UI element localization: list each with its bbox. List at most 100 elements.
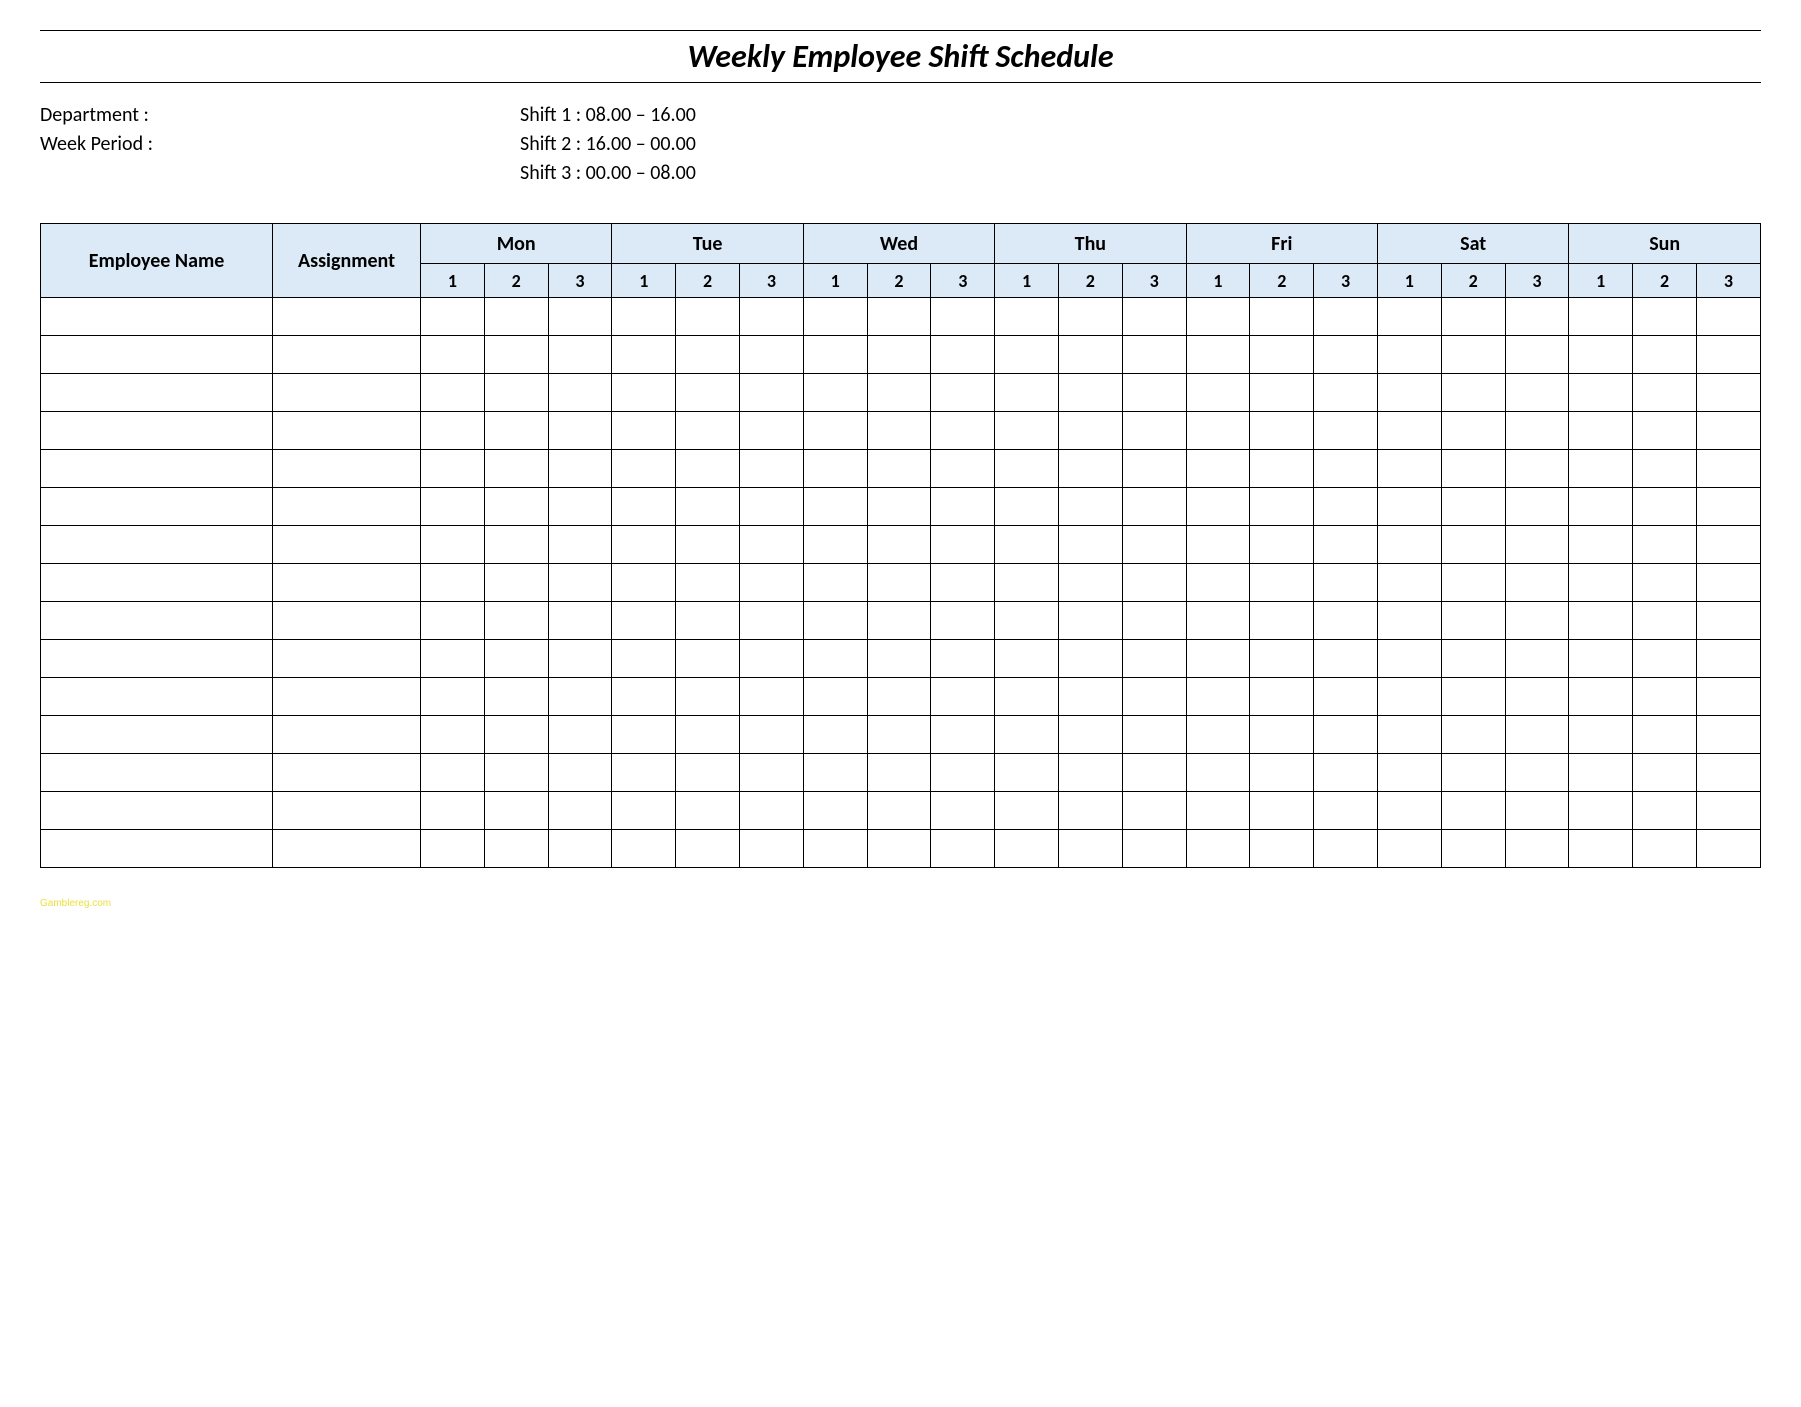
table-cell xyxy=(803,792,867,830)
table-cell xyxy=(1633,678,1697,716)
table-cell xyxy=(484,450,548,488)
table-cell xyxy=(1441,678,1505,716)
table-cell xyxy=(1633,298,1697,336)
table-cell xyxy=(421,754,485,792)
table-cell xyxy=(867,564,931,602)
table-cell xyxy=(1377,640,1441,678)
table-cell xyxy=(1441,298,1505,336)
table-cell xyxy=(995,298,1059,336)
table-cell xyxy=(931,792,995,830)
table-cell xyxy=(1186,678,1250,716)
table-cell xyxy=(421,564,485,602)
table-cell xyxy=(739,792,803,830)
table-cell xyxy=(41,526,273,564)
table-row xyxy=(41,678,1761,716)
table-cell xyxy=(676,488,740,526)
table-cell xyxy=(739,830,803,868)
table-cell xyxy=(548,602,612,640)
table-cell xyxy=(484,678,548,716)
table-cell xyxy=(1441,374,1505,412)
table-cell xyxy=(612,412,676,450)
table-cell xyxy=(484,754,548,792)
table-cell xyxy=(421,678,485,716)
table-row xyxy=(41,412,1761,450)
table-cell xyxy=(1122,678,1186,716)
table-cell xyxy=(1377,526,1441,564)
table-cell xyxy=(739,602,803,640)
header-row-days: Employee Name Assignment Mon Tue Wed Thu… xyxy=(41,224,1761,264)
table-cell xyxy=(803,564,867,602)
table-row xyxy=(41,526,1761,564)
table-cell xyxy=(1377,602,1441,640)
table-cell xyxy=(1505,298,1569,336)
meta-right: Shift 1 : 08.00 – 16.00 Shift 2 : 16.00 … xyxy=(520,101,1761,188)
meta-left: Department : Week Period : xyxy=(40,101,460,188)
table-cell xyxy=(1122,602,1186,640)
table-cell xyxy=(867,298,931,336)
table-cell xyxy=(1569,716,1633,754)
table-cell xyxy=(1377,336,1441,374)
table-cell xyxy=(803,716,867,754)
table-cell xyxy=(867,640,931,678)
header-shift-fri-1: 1 xyxy=(1186,264,1250,298)
table-cell xyxy=(1441,754,1505,792)
table-cell xyxy=(1441,564,1505,602)
table-cell xyxy=(548,450,612,488)
table-cell xyxy=(1186,792,1250,830)
table-cell xyxy=(739,374,803,412)
table-cell xyxy=(867,830,931,868)
table-cell xyxy=(931,374,995,412)
table-cell xyxy=(1377,830,1441,868)
table-cell xyxy=(739,298,803,336)
table-cell xyxy=(612,298,676,336)
table-cell xyxy=(1569,830,1633,868)
table-cell xyxy=(803,754,867,792)
table-cell xyxy=(1377,678,1441,716)
table-cell xyxy=(931,716,995,754)
table-cell xyxy=(739,450,803,488)
table-cell xyxy=(273,792,421,830)
table-cell xyxy=(1377,754,1441,792)
table-cell xyxy=(1122,716,1186,754)
table-cell xyxy=(995,716,1059,754)
table-cell xyxy=(1058,754,1122,792)
table-cell xyxy=(548,792,612,830)
table-cell xyxy=(1250,716,1314,754)
table-cell xyxy=(41,412,273,450)
table-cell xyxy=(1441,792,1505,830)
table-cell xyxy=(676,374,740,412)
table-cell xyxy=(1633,412,1697,450)
table-cell xyxy=(41,488,273,526)
table-cell xyxy=(1696,298,1760,336)
table-cell xyxy=(867,526,931,564)
table-cell xyxy=(803,450,867,488)
table-cell xyxy=(931,488,995,526)
table-cell xyxy=(1314,792,1378,830)
table-cell xyxy=(1505,488,1569,526)
table-cell xyxy=(1505,526,1569,564)
table-cell xyxy=(803,336,867,374)
table-cell xyxy=(1058,374,1122,412)
table-cell xyxy=(1122,830,1186,868)
table-cell xyxy=(1377,792,1441,830)
table-cell xyxy=(1122,450,1186,488)
table-cell xyxy=(421,412,485,450)
table-cell xyxy=(1250,488,1314,526)
table-cell xyxy=(41,564,273,602)
table-cell xyxy=(1058,488,1122,526)
header-shift-sat-1: 1 xyxy=(1377,264,1441,298)
table-cell xyxy=(1186,830,1250,868)
table-cell xyxy=(1633,374,1697,412)
table-cell xyxy=(803,412,867,450)
table-cell xyxy=(676,754,740,792)
header-shift-fri-3: 3 xyxy=(1314,264,1378,298)
table-cell xyxy=(548,336,612,374)
table-cell xyxy=(1505,450,1569,488)
table-cell xyxy=(421,336,485,374)
table-cell xyxy=(676,336,740,374)
table-cell xyxy=(867,412,931,450)
header-shift-wed-2: 2 xyxy=(867,264,931,298)
table-cell xyxy=(548,640,612,678)
header-day-tue: Tue xyxy=(612,224,803,264)
table-cell xyxy=(676,830,740,868)
